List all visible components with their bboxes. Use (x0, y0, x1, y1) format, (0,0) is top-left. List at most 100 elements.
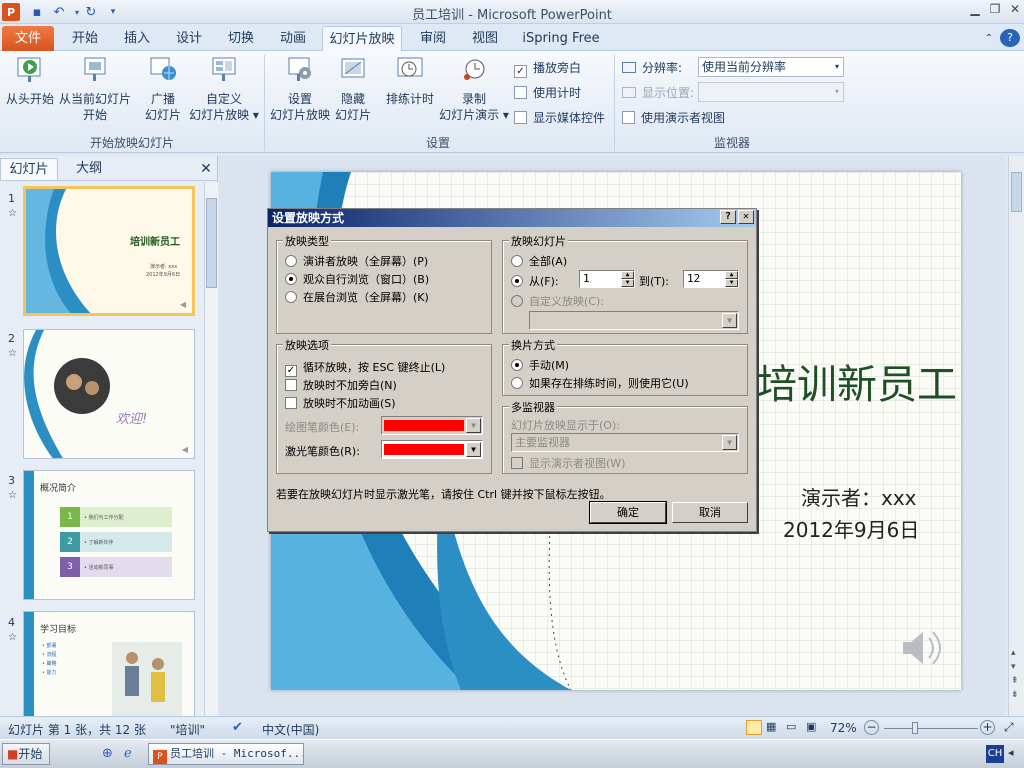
laser-color-picker[interactable]: ▼ (381, 440, 483, 459)
play-narration-checkbox[interactable]: ✓ 播放旁白 (514, 59, 581, 78)
use-timings-checkbox[interactable]: 使用计时 (514, 84, 581, 101)
ime-indicator[interactable]: CH (986, 745, 1004, 763)
radio-unselected-icon (285, 291, 297, 303)
laser-color-label: 激光笔颜色(R): (285, 445, 360, 458)
slide-title: 培训新员工 (757, 362, 957, 408)
option-label: 放映时不加动画(S) (303, 397, 396, 410)
radio-browsed-window[interactable]: 观众自行浏览（窗口）(B) (285, 271, 429, 287)
language-status[interactable]: 中文(中国) (262, 721, 319, 738)
record-slideshow-button[interactable]: 录制 幻灯片演示 ▾ (438, 55, 510, 123)
from-current-button[interactable]: 从当前幻灯片 开始 (58, 55, 132, 123)
zoom-slider-thumb[interactable] (912, 722, 918, 734)
tab-file[interactable]: 文件 (2, 26, 54, 51)
spin-up-icon[interactable]: ▲ (725, 271, 738, 279)
show-media-controls-checkbox[interactable]: 显示媒体控件 (514, 109, 605, 126)
tab-transitions[interactable]: 切换 (218, 26, 264, 51)
scroll-nav-icons[interactable]: ▴ ▾ ⇞ ⇟ (1011, 646, 1019, 702)
monitor-select[interactable]: 主要监视器 ▼ (511, 433, 739, 452)
tab-design[interactable]: 设计 (166, 26, 212, 51)
tab-ispring[interactable]: iSpring Free (514, 26, 608, 51)
ribbon-collapse-icon[interactable]: ⌃ (980, 26, 998, 51)
help-icon[interactable]: ? (1000, 29, 1020, 47)
option-label: 演讲者放映（全屏幕）(P) (303, 255, 429, 268)
radio-selected-icon (511, 275, 523, 287)
rehearse-timings-button[interactable]: 排练计时 (380, 55, 440, 107)
radio-use-timings[interactable]: 如果存在排练时间，则使用它(U) (511, 375, 689, 391)
show-on-select[interactable]: ▾ (698, 82, 844, 102)
slideshow-view-icon[interactable]: ▣ (806, 720, 816, 733)
dialog-close-button[interactable]: ✕ (738, 210, 754, 224)
radio-presenter[interactable]: 演讲者放映（全屏幕）(P) (285, 253, 428, 269)
from-start-button[interactable]: 从头开始 (4, 55, 56, 107)
slide-sorter-icon[interactable]: ▦ (766, 720, 776, 733)
custom-show-select[interactable]: ▼ (529, 311, 739, 330)
slide-thumbnail-4[interactable]: 学习目标 • 部署 • 流程 • 策略 • 能力 (23, 611, 195, 716)
minimize-icon[interactable]: ▁ (966, 2, 984, 20)
from-slide-input[interactable]: 1 ▲ ▼ (579, 270, 635, 288)
loop-checkbox[interactable]: ✓ 循环放映，按 ESC 键终止(L) (285, 359, 445, 377)
slide-thumbnail-2[interactable]: 欢迎! ◀ (23, 329, 195, 459)
show-type-group: 放映类型 演讲者放映（全屏幕）(P) 观众自行浏览（窗口）(B) 在展台浏览（全… (276, 233, 492, 334)
ie-icon[interactable]: ⊕ (102, 746, 113, 761)
radio-manual[interactable]: 手动(M) (511, 357, 569, 373)
zoom-level[interactable]: 72% (830, 721, 857, 735)
radio-custom-show[interactable]: 自定义放映(C): (511, 293, 604, 309)
tab-animations[interactable]: 动画 (270, 26, 316, 51)
setup-show-dialog: 设置放映方式 ? ✕ 放映类型 演讲者放映（全屏幕）(P) 观众自行浏览（窗口）… (267, 208, 757, 532)
zoom-in-icon[interactable]: + (980, 720, 995, 735)
spellcheck-icon[interactable]: ✔ (232, 720, 243, 735)
no-animation-checkbox[interactable]: 放映时不加动画(S) (285, 395, 396, 411)
slide-thumbnail-3[interactable]: 概况简介 1 • 我们与工作分配 2 • 了解新伙伴 3 • 活动新同事 (23, 470, 195, 600)
tab-view[interactable]: 视图 (462, 26, 508, 51)
tab-insert[interactable]: 插入 (114, 26, 160, 51)
setup-show-button[interactable]: 设置 幻灯片放映 (268, 55, 332, 123)
speaker-icon[interactable] (899, 628, 945, 668)
tab-slides[interactable]: 幻灯片 (0, 158, 58, 180)
hide-slide-button[interactable]: 隐藏 幻灯片 (334, 55, 372, 123)
tray-icon[interactable]: ◂ (1008, 746, 1014, 759)
taskbar-powerpoint-item[interactable]: P 员工培训 - Microsof... (148, 743, 304, 765)
to-slide-input[interactable]: 12 ▲ ▼ (683, 270, 739, 288)
chevron-down-icon: ▼ (722, 313, 737, 328)
restore-icon[interactable]: ❐ (986, 2, 1004, 20)
thumb-title: 欢迎! (116, 412, 148, 427)
spin-down-icon[interactable]: ▼ (621, 279, 634, 287)
zoom-slider[interactable] (884, 728, 978, 729)
item-number: 1 (60, 507, 80, 527)
tab-slideshow[interactable]: 幻灯片放映 (322, 26, 402, 51)
fit-to-window-icon[interactable]: ⤢ (1004, 720, 1014, 735)
no-narration-checkbox[interactable]: 放映时不加旁白(N) (285, 377, 397, 393)
ok-button[interactable]: 确定 (589, 501, 667, 524)
radio-all-slides[interactable]: 全部(A) (511, 253, 567, 269)
tab-review[interactable]: 审阅 (410, 26, 456, 51)
pen-color-picker[interactable]: ▼ (381, 416, 483, 435)
zoom-out-icon[interactable]: − (864, 720, 879, 735)
normal-view-icon[interactable] (746, 720, 762, 735)
use-timings-label: 使用计时 (533, 86, 582, 100)
resolution-select[interactable]: 使用当前分辨率 ▾ (698, 57, 844, 77)
radio-kiosk[interactable]: 在展台浏览（全屏幕）(K) (285, 289, 429, 305)
scrollbar-thumb[interactable] (206, 198, 217, 288)
broadcast-button[interactable]: 广播 幻灯片 (140, 55, 186, 123)
spin-down-icon[interactable]: ▼ (725, 279, 738, 287)
tab-home[interactable]: 开始 (62, 26, 108, 51)
reading-view-icon[interactable]: ▭ (786, 720, 796, 733)
browser-icon[interactable]: ℯ (124, 746, 132, 761)
presenter-view-checkbox[interactable]: 使用演示者视图 (622, 109, 725, 126)
spin-up-icon[interactable]: ▲ (621, 271, 634, 279)
panel-scrollbar[interactable] (204, 182, 218, 716)
scrollbar-thumb[interactable] (1011, 172, 1022, 212)
radio-from-slide[interactable]: 从(F): (511, 273, 559, 289)
tab-outline[interactable]: 大纲 (60, 158, 118, 180)
dialog-help-button[interactable]: ? (720, 210, 736, 224)
custom-show-button[interactable]: 自定义 幻灯片放映 ▾ (188, 55, 260, 123)
slide-thumbnail-1[interactable]: 培训新员工 演示者: xxx 2012年9月6日 ◀ (23, 186, 195, 316)
editor-scrollbar[interactable]: ▴ ▾ ⇞ ⇟ (1008, 156, 1024, 716)
cancel-button[interactable]: 取消 (672, 502, 748, 523)
setup-show-label-2: 幻灯片放映 (269, 108, 330, 122)
close-panel-icon[interactable]: ✕ (196, 158, 216, 180)
presenter-view-dialog-checkbox[interactable]: 显示演示者视图(W) (511, 455, 625, 471)
close-icon[interactable]: ✕ (1006, 2, 1024, 20)
start-label: 开始 (18, 747, 43, 761)
start-button[interactable]: ■开始 (2, 743, 50, 765)
